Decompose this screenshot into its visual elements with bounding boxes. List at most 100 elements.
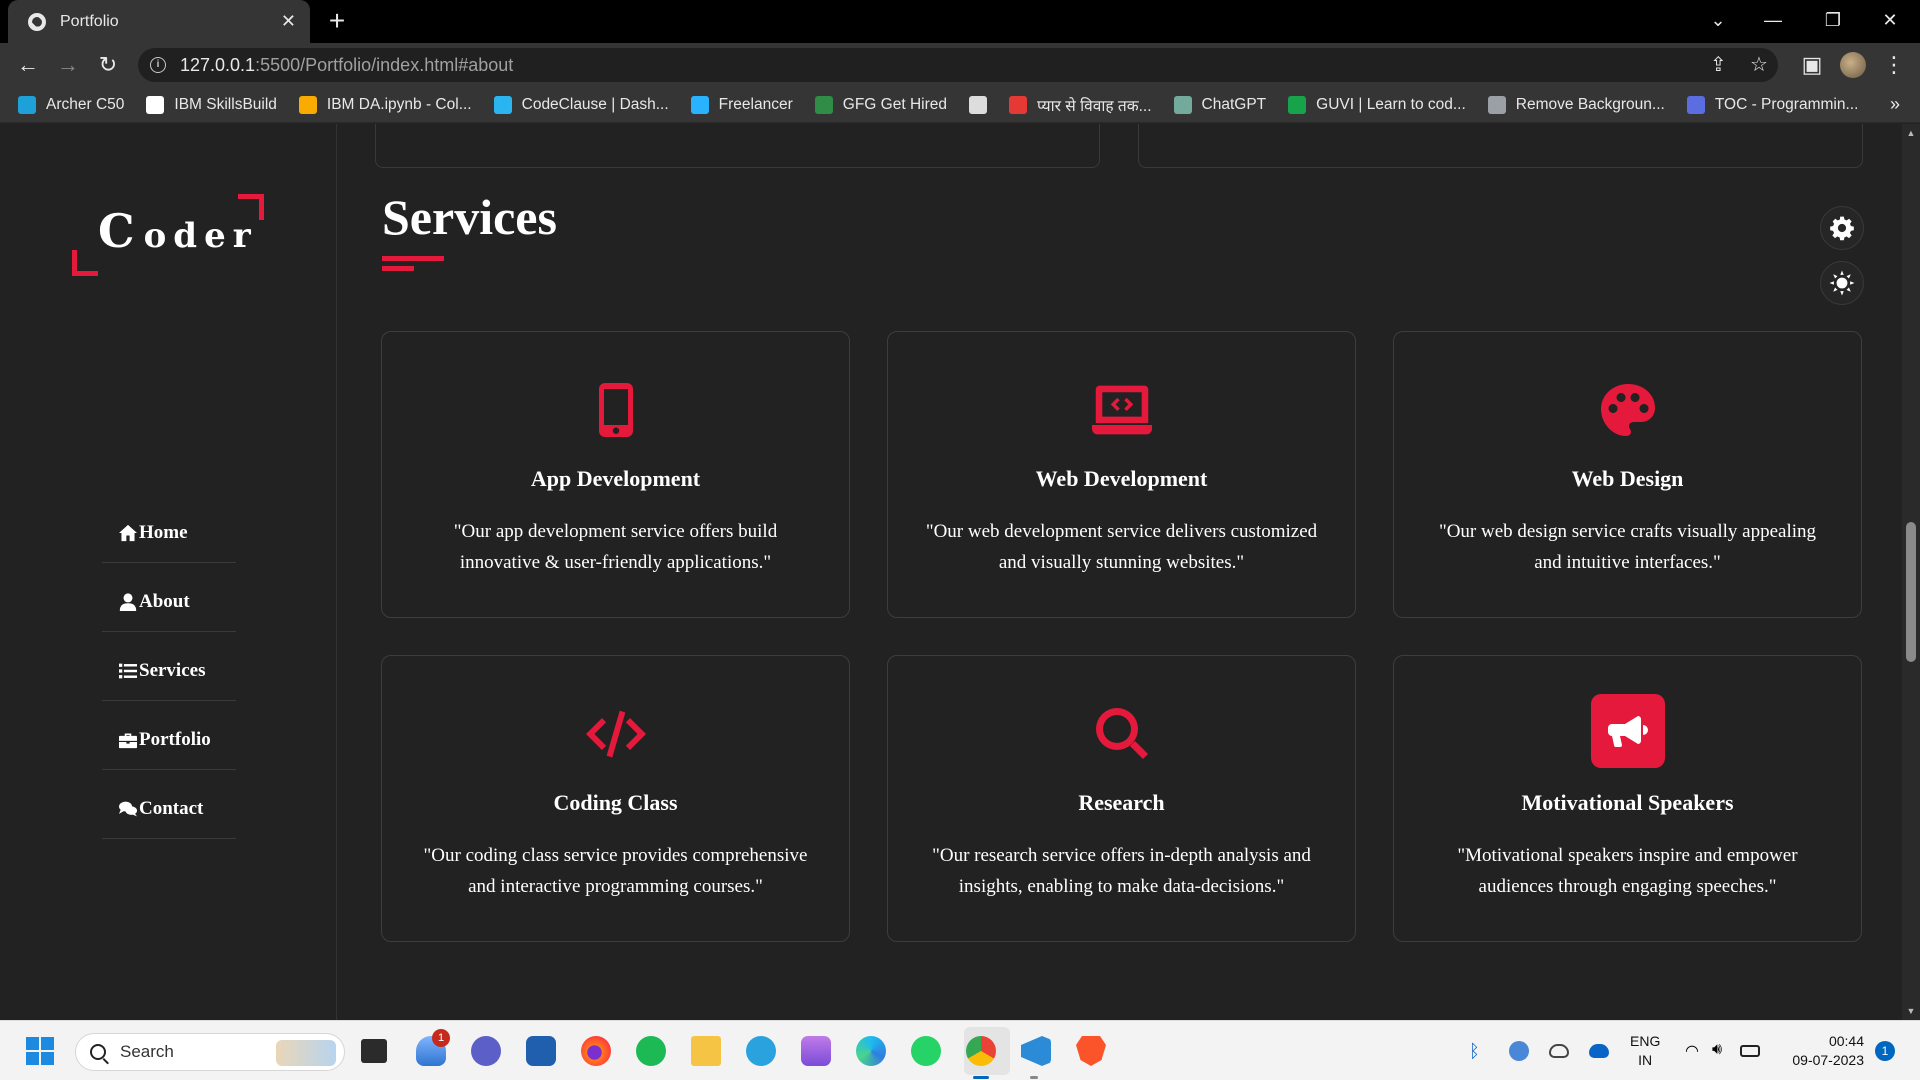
card-title: Coding Class <box>553 790 678 815</box>
page-scrollbar[interactable]: ▲ ▼ <box>1902 124 1920 1020</box>
bookmark-item[interactable]: ChatGPT <box>1173 95 1267 114</box>
bookmark-label: GFG Get Hired <box>842 95 947 113</box>
card-description: "Our web design service crafts visually … <box>1438 521 1817 573</box>
service-card-app-development[interactable]: App Development "Our app development ser… <box>381 331 850 618</box>
vscode-icon[interactable] <box>1021 1036 1051 1066</box>
firefox-icon[interactable] <box>581 1036 611 1066</box>
notification-center-badge[interactable]: 1 <box>1875 1041 1895 1061</box>
scrollbar-thumb[interactable] <box>1906 522 1916 662</box>
teams-chat-icon[interactable] <box>471 1036 501 1066</box>
back-button[interactable]: ← <box>14 51 42 79</box>
bookmark-favicon-icon <box>298 95 317 114</box>
sidebar-item-home[interactable]: Home <box>102 494 236 563</box>
bookmark-item[interactable]: TOC - Programmin... <box>1686 95 1858 114</box>
sidebar-item-contact[interactable]: Contact <box>102 770 236 839</box>
whatsapp-icon[interactable] <box>911 1036 941 1066</box>
vscode-running-indicator <box>1030 1076 1038 1079</box>
more-bookmarks-chevron-icon[interactable]: » <box>1890 94 1900 115</box>
sidebar-item-services[interactable]: Services <box>102 632 236 701</box>
service-card-motivational-speakers[interactable]: Motivational Speakers "Motivational spea… <box>1393 655 1862 942</box>
restore-button[interactable]: ❐ <box>1805 0 1861 43</box>
site-info-icon[interactable]: i <box>150 57 166 73</box>
bookmark-label: GUVI | Learn to cod... <box>1316 95 1466 113</box>
card-description: "Motivational speakers inspire and empow… <box>1457 845 1798 897</box>
close-window-button[interactable]: ✕ <box>1862 0 1918 43</box>
battery-icon[interactable] <box>1740 1045 1760 1057</box>
bullhorn-icon-badge <box>1590 694 1665 768</box>
bookmark-item[interactable]: Archer C50 <box>18 95 124 114</box>
bookmark-label: ChatGPT <box>1201 95 1267 113</box>
bluetooth-icon[interactable]: ᛒ <box>1469 1041 1489 1061</box>
clipchamp-icon[interactable] <box>801 1036 831 1066</box>
logo-corner-bottom-left <box>72 250 98 276</box>
volume-icon[interactable]: 🔊︎ <box>1712 1041 1732 1061</box>
scroll-up-icon[interactable]: ▲ <box>1902 128 1920 138</box>
brave-icon[interactable] <box>1076 1036 1106 1066</box>
bookmark-item[interactable]: GUVI | Learn to cod... <box>1288 95 1466 114</box>
sidebar-item-portfolio[interactable]: Portfolio <box>102 701 236 770</box>
page-viewport: Coder Home About Services Portfolio Cont… <box>0 124 1902 1020</box>
browser-toolbar: ← → ↻ i 127.0.0.1:5500/Portfolio/index.h… <box>0 43 1920 87</box>
address-bar[interactable]: i 127.0.0.1:5500/Portfolio/index.html#ab… <box>138 48 1778 82</box>
language-indicator[interactable]: ENG IN <box>1630 1032 1660 1070</box>
side-panel-icon[interactable]: ▣ <box>1798 51 1826 79</box>
title-underline <box>382 266 414 271</box>
vpn-icon[interactable] <box>1509 1041 1529 1061</box>
system-clock[interactable]: 00:44 09-07-2023 <box>1780 1032 1864 1070</box>
palette-icon <box>1598 380 1658 440</box>
sidebar-item-label: Portfolio <box>139 729 211 750</box>
bookmark-item[interactable]: प्यार से विवाह तक... <box>1008 94 1152 116</box>
bookmark-item[interactable]: CodeClause | Dash... <box>493 95 669 114</box>
microsoft-store-icon[interactable] <box>526 1036 556 1066</box>
onedrive-icon[interactable] <box>1549 1044 1569 1058</box>
services-section: Services App Development "Our app develo… <box>337 124 1902 1020</box>
card-description: "Our research service offers in-depth an… <box>932 845 1311 897</box>
share-icon[interactable]: ⇪ <box>1710 48 1727 82</box>
service-card-research[interactable]: Research "Our research service offers in… <box>887 655 1356 942</box>
spotify-icon[interactable] <box>636 1036 666 1066</box>
service-card-coding-class[interactable]: Coding Class "Our coding class service p… <box>381 655 850 942</box>
bookmark-item[interactable] <box>968 95 997 114</box>
site-logo[interactable]: Coder <box>72 194 264 276</box>
bookmark-item[interactable]: IBM DA.ipynb - Col... <box>298 95 472 114</box>
minimize-button[interactable]: — <box>1745 0 1801 43</box>
bookmark-favicon-icon <box>1686 95 1705 114</box>
chrome-icon[interactable] <box>966 1036 996 1066</box>
telegram-icon[interactable] <box>746 1036 776 1066</box>
card-description: "Our web development service delivers cu… <box>925 521 1318 573</box>
browser-tab-portfolio[interactable]: Portfolio ✕ <box>8 0 310 43</box>
task-view-icon[interactable] <box>361 1039 387 1063</box>
service-card-web-design[interactable]: Web Design "Our web design service craft… <box>1393 331 1862 618</box>
user-icon <box>119 593 137 611</box>
sidebar-item-about[interactable]: About <box>102 563 236 632</box>
browser-menu-icon[interactable]: ⋮ <box>1880 51 1908 79</box>
bookmark-item[interactable]: Remove Backgroun... <box>1487 95 1665 114</box>
forward-button[interactable]: → <box>54 51 82 79</box>
new-tab-button[interactable]: + <box>322 6 352 36</box>
bookmark-label: IBM SkillsBuild <box>174 95 277 113</box>
bookmark-favicon-icon <box>146 95 165 114</box>
settings-button[interactable] <box>1820 206 1864 250</box>
bookmark-item[interactable]: IBM SkillsBuild <box>146 95 277 114</box>
close-tab-icon[interactable]: ✕ <box>281 11 296 32</box>
bookmark-favicon-icon <box>18 95 36 114</box>
bookmark-favicon-icon <box>690 95 709 114</box>
wifi-icon[interactable]: ◠ <box>1685 1041 1705 1061</box>
theme-toggle-button[interactable] <box>1820 261 1864 305</box>
bookmark-item[interactable]: GFG Get Hired <box>814 95 947 114</box>
previous-section-card <box>375 124 1100 168</box>
service-card-web-development[interactable]: Web Development "Our web development ser… <box>887 331 1356 618</box>
file-explorer-icon[interactable] <box>691 1036 721 1066</box>
scroll-down-icon[interactable]: ▼ <box>1902 1006 1920 1016</box>
onedrive-business-icon[interactable] <box>1589 1044 1609 1058</box>
bookmark-star-icon[interactable]: ☆ <box>1750 48 1768 82</box>
card-title: Research <box>1078 790 1165 815</box>
reload-button[interactable]: ↻ <box>94 51 122 79</box>
bookmark-favicon-icon <box>1487 95 1506 114</box>
edge-icon[interactable] <box>856 1036 886 1066</box>
tab-search-chevron-icon[interactable]: ⌄ <box>1690 0 1746 43</box>
profile-avatar[interactable] <box>1840 52 1866 78</box>
bookmark-item[interactable]: Freelancer <box>690 95 793 114</box>
taskbar-search[interactable]: Search <box>75 1033 345 1071</box>
windows-start-icon[interactable] <box>26 1037 54 1065</box>
